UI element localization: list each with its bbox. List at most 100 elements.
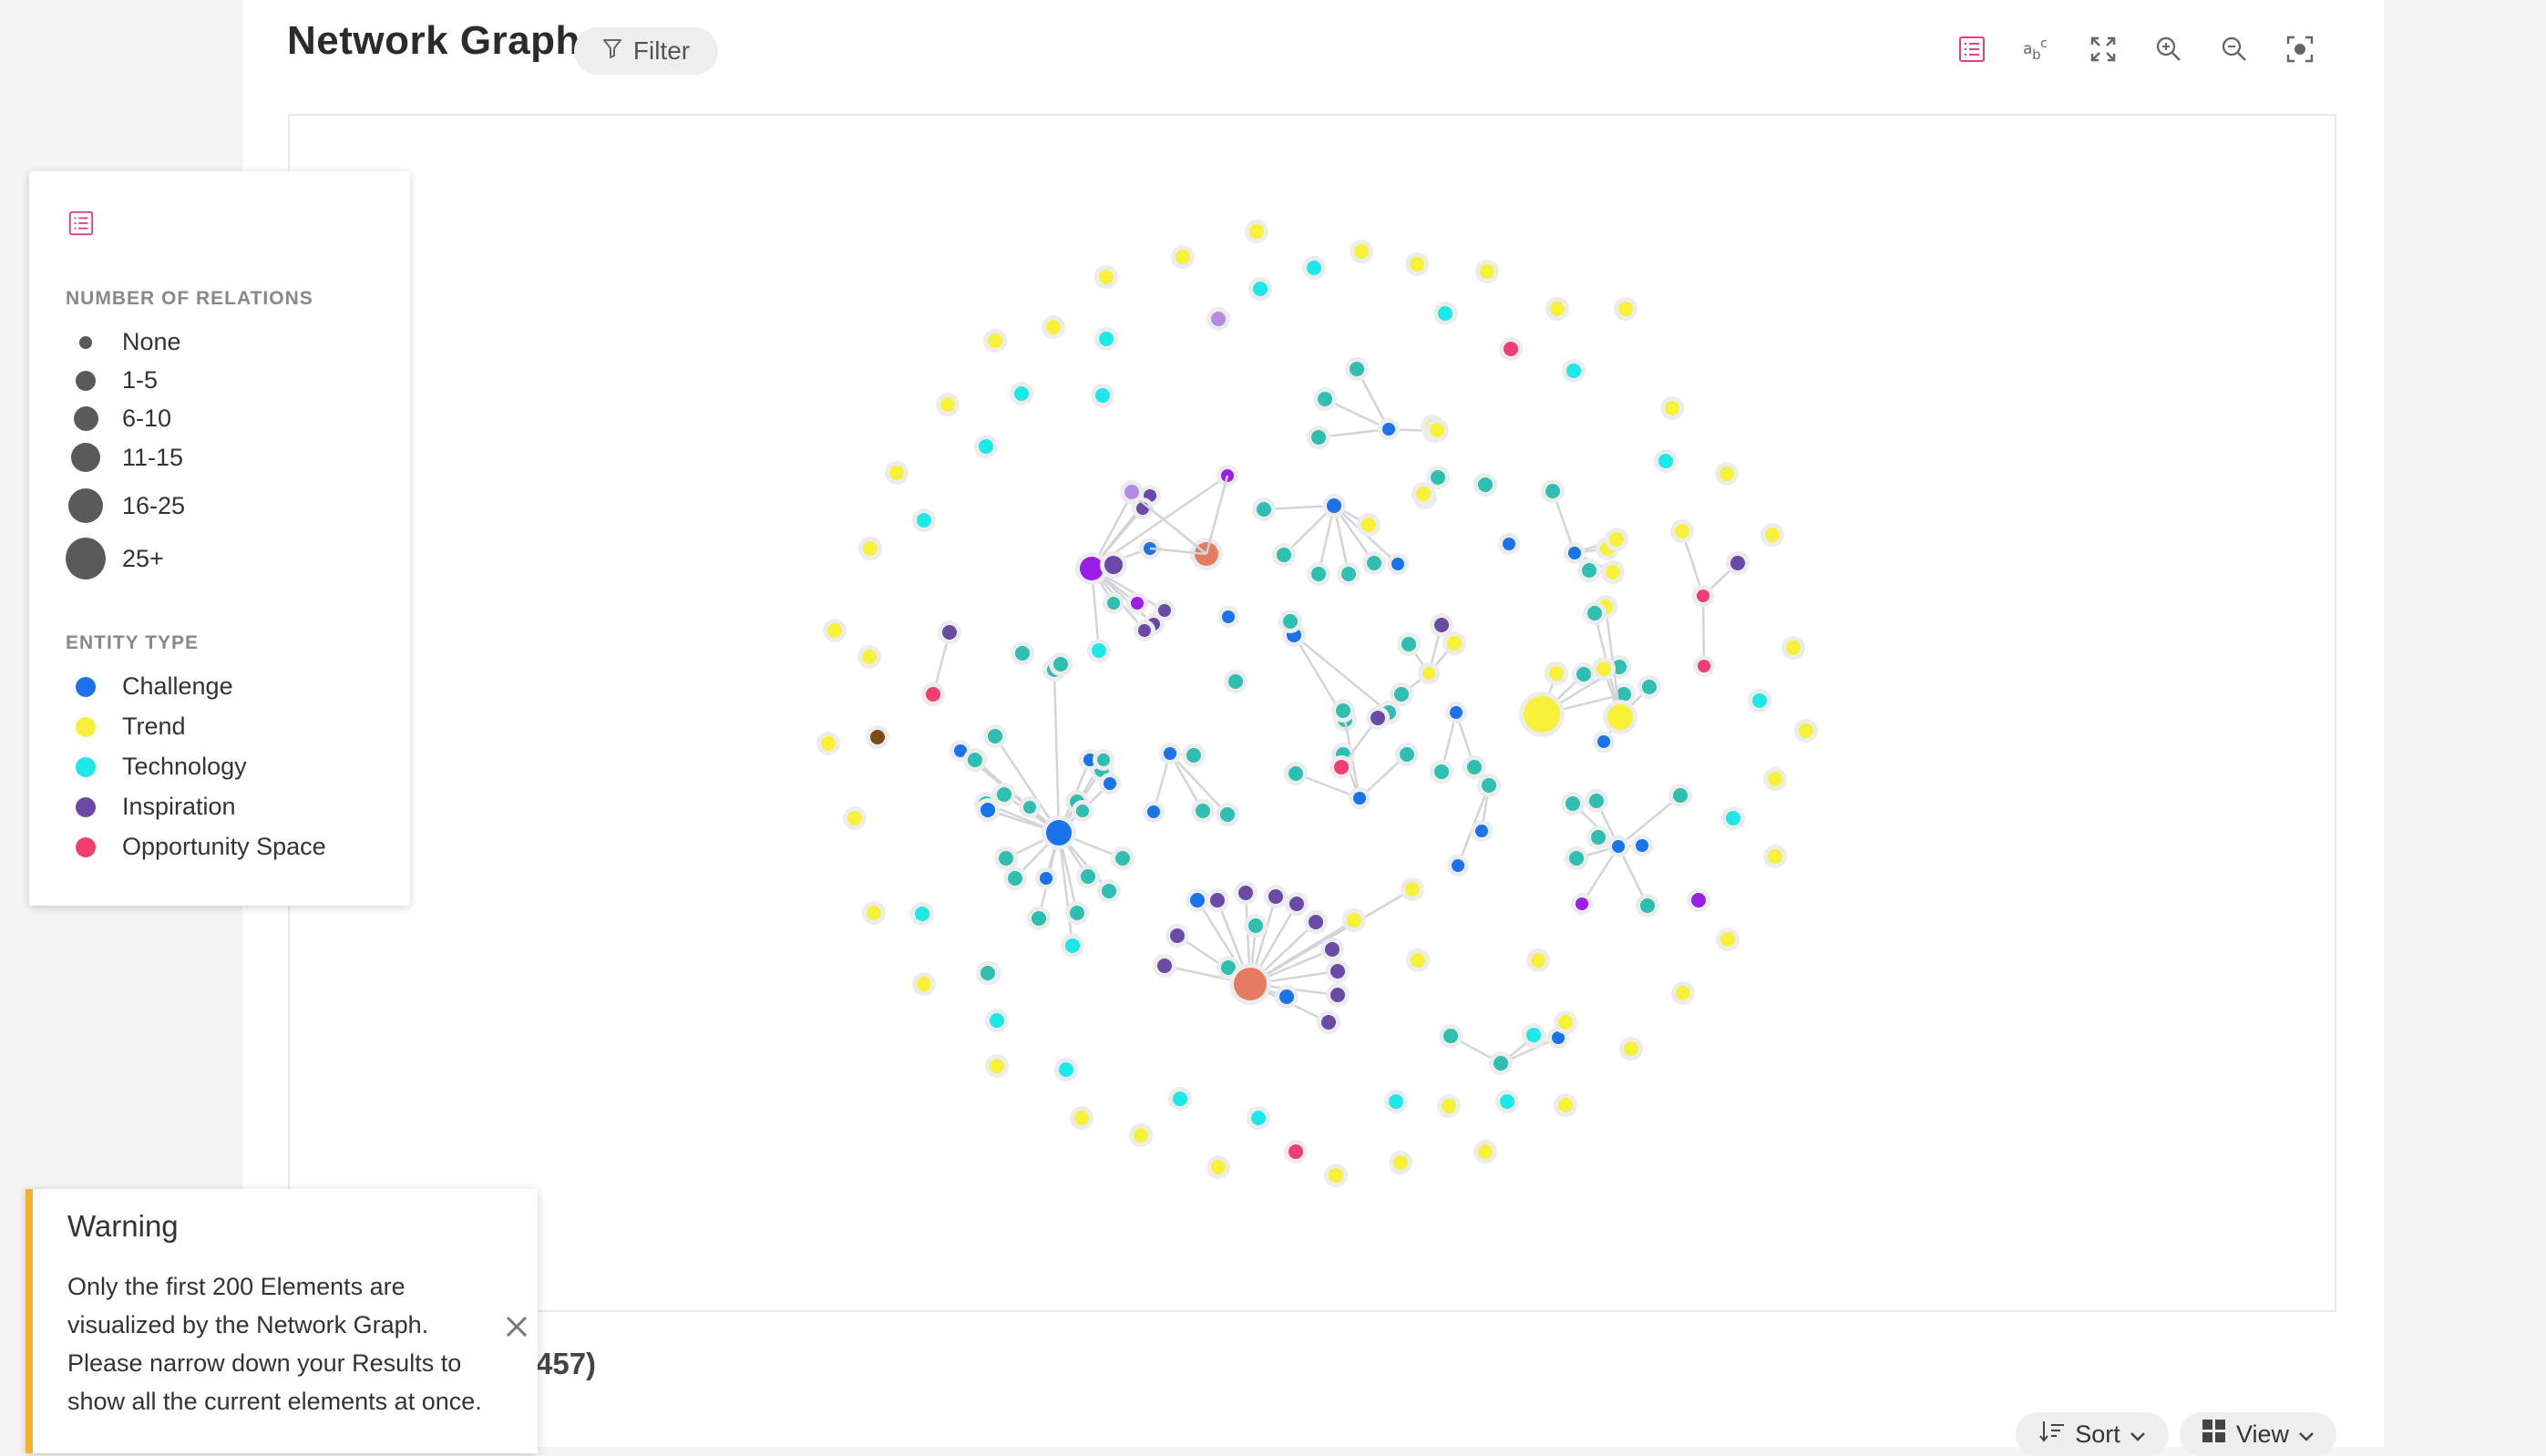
graph-node[interactable] [1726,551,1750,575]
graph-node[interactable] [1405,252,1429,276]
graph-node[interactable] [1545,297,1569,321]
graph-node[interactable] [1794,719,1818,743]
graph-node[interactable] [1168,1087,1192,1111]
graph-node[interactable] [1401,877,1424,901]
graph-node[interactable] [1592,657,1616,681]
graph-node[interactable] [1406,948,1430,972]
graph-node[interactable] [983,724,1007,748]
graph-node[interactable] [1362,551,1386,575]
graph-node[interactable] [1445,702,1467,723]
graph-node[interactable] [1129,1123,1153,1147]
graph-node[interactable] [983,329,1007,353]
entity-row-technology[interactable]: Technology [66,753,247,781]
graph-node[interactable] [1763,845,1787,868]
graph-node[interactable] [1342,908,1366,932]
graph-node[interactable] [1322,494,1346,518]
entity-row-opportunity-space[interactable]: Opportunity Space [66,833,326,861]
graph-node[interactable] [1091,384,1114,407]
graph-node[interactable] [1143,801,1165,823]
graph-node[interactable] [1519,692,1565,737]
graph-node[interactable] [912,972,936,996]
graph-node[interactable] [1564,542,1586,564]
graph-node[interactable] [1748,689,1771,713]
graph-node[interactable] [1272,543,1296,567]
graph-node[interactable] [1011,641,1034,665]
graph-node[interactable] [823,619,847,642]
graph-node[interactable] [1345,357,1369,381]
graph-node[interactable] [1619,1037,1643,1061]
graph-node[interactable] [1042,315,1065,339]
graph-node[interactable] [1565,846,1588,870]
graph-node[interactable] [1049,652,1073,676]
graph-node[interactable] [1715,462,1739,486]
graph-node[interactable] [1264,885,1288,908]
graph-node[interactable] [1670,519,1694,543]
graph-node[interactable] [1412,482,1435,506]
graph-node[interactable] [974,435,998,458]
graph-node[interactable] [1304,910,1328,934]
graph-node[interactable] [1093,749,1114,771]
graph-node[interactable] [1317,1010,1340,1034]
graph-node[interactable] [1395,743,1419,766]
graph-node[interactable] [1430,760,1453,784]
graph-node[interactable] [1541,479,1565,503]
graph-node[interactable] [994,846,1018,870]
graph-node[interactable] [1217,606,1239,628]
graph-node[interactable] [1721,806,1745,830]
graph-node[interactable] [858,537,882,560]
network-graph-svg[interactable] [290,116,2335,1310]
graph-node[interactable] [1061,934,1084,958]
graph-node[interactable] [1126,592,1148,614]
graph-node[interactable] [1252,497,1276,521]
graph-node[interactable] [1571,893,1593,915]
graph-node[interactable] [1111,846,1134,870]
graph-node[interactable] [912,508,936,532]
graph-node[interactable] [1326,983,1350,1007]
graph-node[interactable] [921,682,945,706]
graph-node[interactable] [1191,799,1215,823]
graph-node[interactable] [1554,1010,1577,1034]
graph-node[interactable] [976,961,1000,985]
zoom-out-icon[interactable] [2212,27,2256,71]
graph-node[interactable] [862,901,886,925]
graph-node[interactable] [1366,706,1390,730]
graph-node[interactable] [1134,620,1155,641]
graph-node[interactable] [1562,359,1586,383]
graph-node[interactable] [1781,636,1805,660]
graph-node[interactable] [1389,1151,1412,1174]
graph-node[interactable] [1099,773,1121,795]
fit-view-icon[interactable] [2278,27,2322,71]
graph-node[interactable] [1439,1024,1463,1048]
graph-node[interactable] [1601,560,1625,584]
graph-node[interactable] [1660,396,1684,420]
graph-node[interactable] [1477,774,1501,797]
sort-button[interactable]: Sort [2016,1412,2169,1456]
close-icon[interactable] [505,1315,529,1343]
graph-node[interactable] [1577,559,1601,582]
graph-node[interactable] [1671,981,1695,1005]
graph-node[interactable] [1349,787,1371,809]
graph-node[interactable] [1337,562,1360,586]
fullscreen-icon[interactable] [2081,27,2125,71]
graph-node[interactable] [1636,894,1659,918]
graph-node[interactable] [1433,302,1457,325]
graph-node[interactable] [1313,387,1337,411]
graph-node[interactable] [1763,767,1787,791]
graph-node[interactable] [1357,513,1381,537]
graph-node[interactable] [1100,551,1127,579]
graph-node[interactable] [1206,1155,1230,1179]
graph-node[interactable] [1097,879,1121,903]
graph-node[interactable] [1206,888,1229,912]
text-labels-icon[interactable]: abc [2016,27,2059,71]
graph-node[interactable] [1761,523,1784,547]
graph-node[interactable] [857,645,881,669]
graph-node[interactable] [1693,655,1715,677]
graph-node[interactable] [1206,307,1230,331]
graph-node[interactable] [1087,639,1111,662]
graph-node[interactable] [1329,755,1353,779]
graph-node[interactable] [1320,938,1344,961]
graph-node[interactable] [1498,533,1520,555]
graph-node[interactable] [1471,820,1493,842]
graph-node[interactable] [1637,675,1661,699]
graph-node[interactable] [816,732,840,755]
